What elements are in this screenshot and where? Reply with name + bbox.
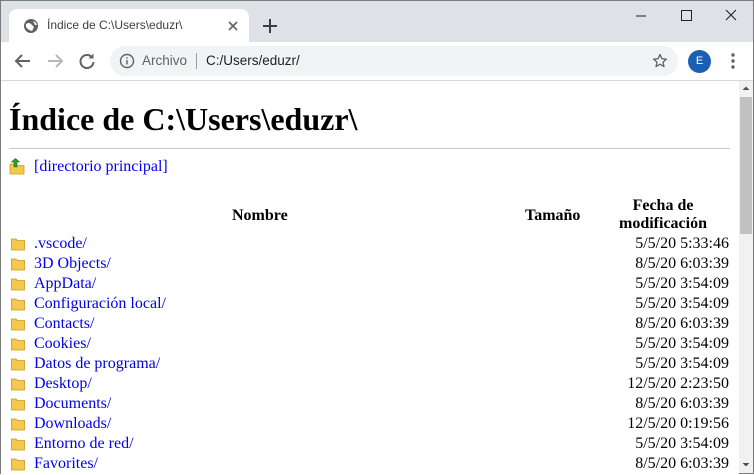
maximize-icon[interactable] (663, 1, 709, 31)
folder-icon (11, 418, 25, 431)
header-divider (9, 148, 730, 149)
folder-icon (11, 458, 25, 471)
folder-icon (11, 318, 25, 331)
chip-separator (196, 53, 197, 69)
folder-link[interactable]: AppData/ (34, 275, 96, 293)
parent-directory-icon (9, 158, 25, 175)
modified-date: 5/5/20 3:54:09 (635, 335, 729, 352)
profile-avatar[interactable]: E (688, 50, 711, 73)
folder-link[interactable]: Downloads/ (34, 415, 111, 433)
modified-date: 5/5/20 3:54:09 (635, 295, 729, 312)
reload-icon[interactable] (76, 50, 98, 72)
list-item: Favorites/ 8/5/20 6:03:39 (9, 455, 739, 475)
tab-title: Índice de C:\Users\eduzr\ (47, 18, 183, 32)
modified-date: 8/5/20 6:03:39 (635, 315, 729, 332)
url-text[interactable]: C:/Users/eduzr/ (206, 53, 300, 68)
modified-date: 5/5/20 3:54:09 (635, 435, 729, 452)
vertical-scrollbar[interactable] (739, 81, 753, 473)
list-item: .vscode/ 5/5/20 5:33:46 (9, 235, 739, 255)
folder-link[interactable]: Configuración local/ (34, 295, 166, 313)
modified-date: 12/5/20 0:19:56 (627, 415, 729, 432)
back-arrow-icon[interactable] (12, 50, 34, 72)
list-item: Desktop/ 12/5/20 2:23:50 (9, 375, 739, 395)
minimize-icon[interactable] (618, 1, 664, 31)
column-header-size[interactable]: Tamaño (525, 207, 580, 225)
star-icon[interactable] (652, 53, 668, 69)
directory-listing-page: Índice de C:\Users\eduzr\ [directorio pr… (1, 81, 739, 475)
scroll-down-arrow-icon[interactable] (739, 457, 753, 472)
browser-toolbar: Archivo C:/Users/eduzr/ E (1, 42, 753, 81)
close-icon[interactable] (225, 18, 241, 34)
kebab-menu-icon[interactable] (723, 51, 743, 71)
globe-icon (24, 19, 38, 33)
modified-date: 8/5/20 6:03:39 (635, 395, 729, 412)
list-item: AppData/ 5/5/20 3:54:09 (9, 275, 739, 295)
modified-date: 12/5/20 2:23:50 (627, 375, 729, 392)
modified-date: 5/5/20 3:54:09 (635, 355, 729, 372)
column-header-modified-line1: Fecha de (632, 197, 694, 214)
scrollbar-thumb[interactable] (740, 97, 752, 234)
list-item: Configuración local/ 5/5/20 3:54:09 (9, 295, 739, 315)
column-header-name[interactable]: Nombre (232, 207, 288, 225)
parent-directory-link[interactable]: [directorio principal] (34, 158, 168, 176)
list-item: Documents/ 8/5/20 6:03:39 (9, 395, 739, 415)
folder-icon (11, 238, 25, 251)
column-header-modified-line2: modificación (619, 215, 707, 232)
folder-link[interactable]: Documents/ (34, 395, 111, 413)
scroll-up-arrow-icon[interactable] (739, 81, 753, 96)
folder-link[interactable]: Desktop/ (34, 375, 92, 393)
folder-link[interactable]: Entorno de red/ (34, 435, 134, 453)
folder-link[interactable]: Favorites/ (34, 455, 98, 473)
info-icon[interactable] (119, 53, 135, 69)
folder-icon (11, 378, 25, 391)
modified-date: 8/5/20 6:03:39 (635, 455, 729, 472)
folder-icon (11, 338, 25, 351)
address-bar[interactable]: Archivo C:/Users/eduzr/ (110, 46, 678, 76)
file-list: .vscode/ 5/5/20 5:33:46 3D Objects/ 8/5/… (9, 235, 739, 475)
page-title: Índice de C:\Users\eduzr\ (9, 101, 358, 137)
column-header-modified[interactable]: Fecha de modificación (613, 197, 713, 233)
file-scheme-chip: Archivo (142, 53, 188, 68)
folder-icon (11, 298, 25, 311)
list-item: Downloads/ 12/5/20 0:19:56 (9, 415, 739, 435)
folder-icon (11, 258, 25, 271)
folder-link[interactable]: Cookies/ (34, 335, 91, 353)
modified-date: 5/5/20 5:33:46 (635, 235, 729, 252)
modified-date: 8/5/20 6:03:39 (635, 255, 729, 272)
list-item: Entorno de red/ 5/5/20 3:54:09 (9, 435, 739, 455)
list-item: Contacts/ 8/5/20 6:03:39 (9, 315, 739, 335)
list-item: Cookies/ 5/5/20 3:54:09 (9, 335, 739, 355)
plus-icon[interactable] (259, 15, 281, 37)
folder-icon (11, 398, 25, 411)
forward-arrow-icon[interactable] (44, 50, 66, 72)
folder-icon (11, 358, 25, 371)
folder-link[interactable]: Contacts/ (34, 315, 94, 333)
active-tab[interactable]: Índice de C:\Users\eduzr\ (9, 9, 249, 42)
folder-link[interactable]: Datos de programa/ (34, 355, 160, 373)
list-item: Datos de programa/ 5/5/20 3:54:09 (9, 355, 739, 375)
list-item: 3D Objects/ 8/5/20 6:03:39 (9, 255, 739, 275)
folder-icon (11, 438, 25, 451)
folder-link[interactable]: 3D Objects/ (34, 255, 111, 273)
folder-link[interactable]: .vscode/ (34, 235, 87, 253)
window-close-icon[interactable] (708, 1, 754, 31)
modified-date: 5/5/20 3:54:09 (635, 275, 729, 292)
folder-icon (11, 278, 25, 291)
tab-strip: Índice de C:\Users\eduzr\ (1, 1, 753, 42)
